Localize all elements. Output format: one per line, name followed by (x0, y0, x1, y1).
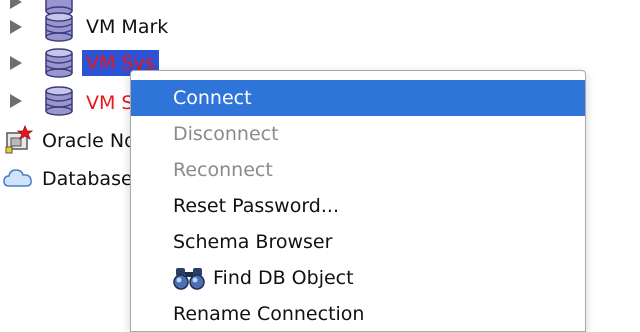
expand-arrow-icon[interactable] (10, 94, 22, 108)
menu-item-label: Reset Password... (173, 195, 339, 217)
menu-item-reset-password[interactable]: Reset Password... (131, 188, 585, 224)
tree-node-label[interactable]: Oracle No (42, 128, 136, 154)
menu-item-label: Schema Browser (173, 231, 333, 253)
tree-node-label[interactable]: VM S (86, 90, 134, 116)
menu-item-label: Find DB Object (213, 267, 354, 289)
menu-item-reconnect[interactable]: Reconnect (131, 152, 585, 188)
menu-item-label: Rename Connection (173, 303, 365, 325)
connection-context-menu: Connect Disconnect Reconnect Reset Passw… (130, 70, 586, 332)
tree-node-label[interactable]: Database (42, 166, 133, 192)
tree-node-label[interactable]: VM Mark (86, 14, 168, 40)
menu-item-label: Connect (173, 87, 252, 109)
expand-arrow-icon[interactable] (10, 56, 22, 70)
menu-item-connect[interactable]: Connect (131, 80, 585, 116)
menu-item-disconnect[interactable]: Disconnect (131, 116, 585, 152)
database-icon (45, 12, 73, 42)
menu-item-label: Reconnect (173, 159, 273, 181)
menu-item-rename-connection[interactable]: Rename Connection (131, 296, 585, 331)
expand-arrow-icon[interactable] (10, 20, 22, 34)
oracle-network-icon (5, 125, 33, 154)
database-icon (45, 48, 73, 78)
database-icon (45, 86, 73, 116)
menu-item-label: Disconnect (173, 123, 279, 145)
menu-item-schema-browser[interactable]: Schema Browser (131, 224, 585, 260)
expand-arrow-icon[interactable] (10, 0, 22, 9)
binoculars-icon (173, 268, 205, 290)
cloud-icon (3, 169, 32, 187)
menu-item-find-db-object[interactable]: Find DB Object (131, 260, 585, 296)
